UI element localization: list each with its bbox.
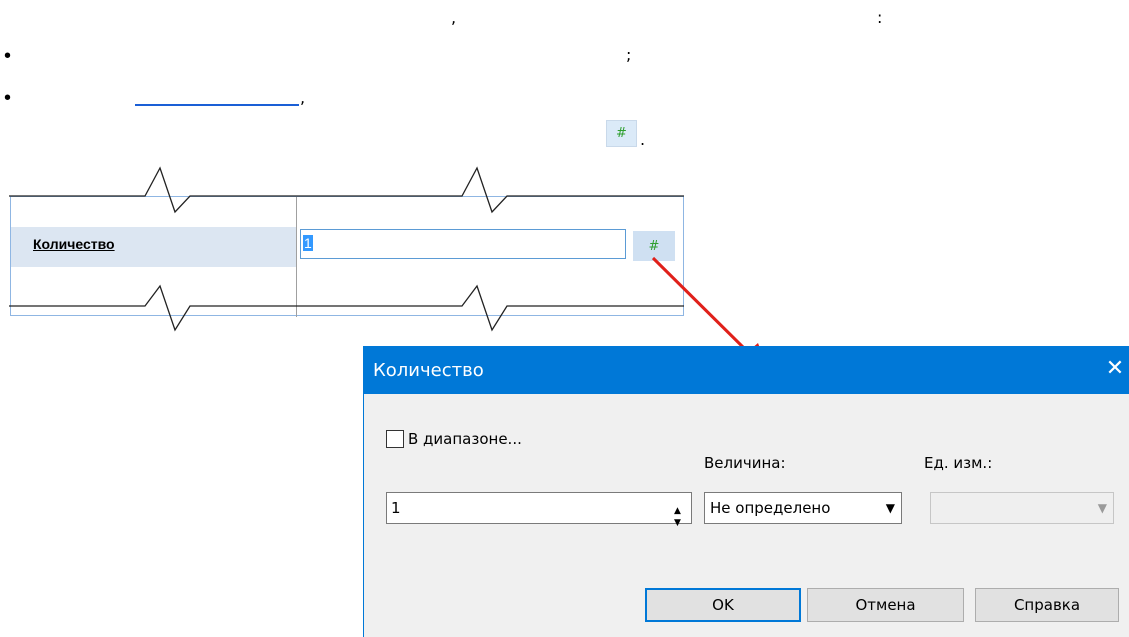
quantity-dialog: Количество ✕ В диапазоне... Величина: Ед…: [363, 346, 1129, 637]
help-button[interactable]: Справка: [975, 588, 1119, 622]
magnitude-selected-text: Не определено: [710, 499, 831, 517]
quantity-stepper[interactable]: ▲ ▼: [669, 493, 691, 528]
magnitude-select[interactable]: Не определено ▼: [704, 492, 902, 524]
ok-button[interactable]: OK: [645, 588, 801, 622]
chevron-down-icon: ▼: [885, 501, 895, 515]
quantity-value-field[interactable]: 1 ▲ ▼: [386, 492, 692, 528]
range-checkbox-label: В диапазоне...: [408, 430, 522, 448]
chevron-down-icon: ▼: [1097, 501, 1107, 515]
range-checkbox[interactable]: [386, 430, 404, 448]
break-line-top: [9, 166, 684, 214]
quantity-value-text: 1: [391, 499, 401, 517]
close-icon[interactable]: ✕: [1100, 346, 1129, 394]
unit-label: Ед. изм.:: [924, 454, 993, 472]
spin-down-icon[interactable]: ▼: [674, 508, 681, 538]
break-line-bottom: [9, 284, 684, 332]
break-mask-top: [0, 150, 1, 151]
dialog-title: Количество: [373, 360, 484, 381]
magnitude-label: Величина:: [704, 454, 786, 472]
dialog-titlebar: Количество ✕: [364, 346, 1129, 394]
pointer-arrow-shaft: [651, 256, 754, 358]
unit-select[interactable]: ▼: [930, 492, 1114, 524]
cancel-button[interactable]: Отмена: [807, 588, 964, 622]
